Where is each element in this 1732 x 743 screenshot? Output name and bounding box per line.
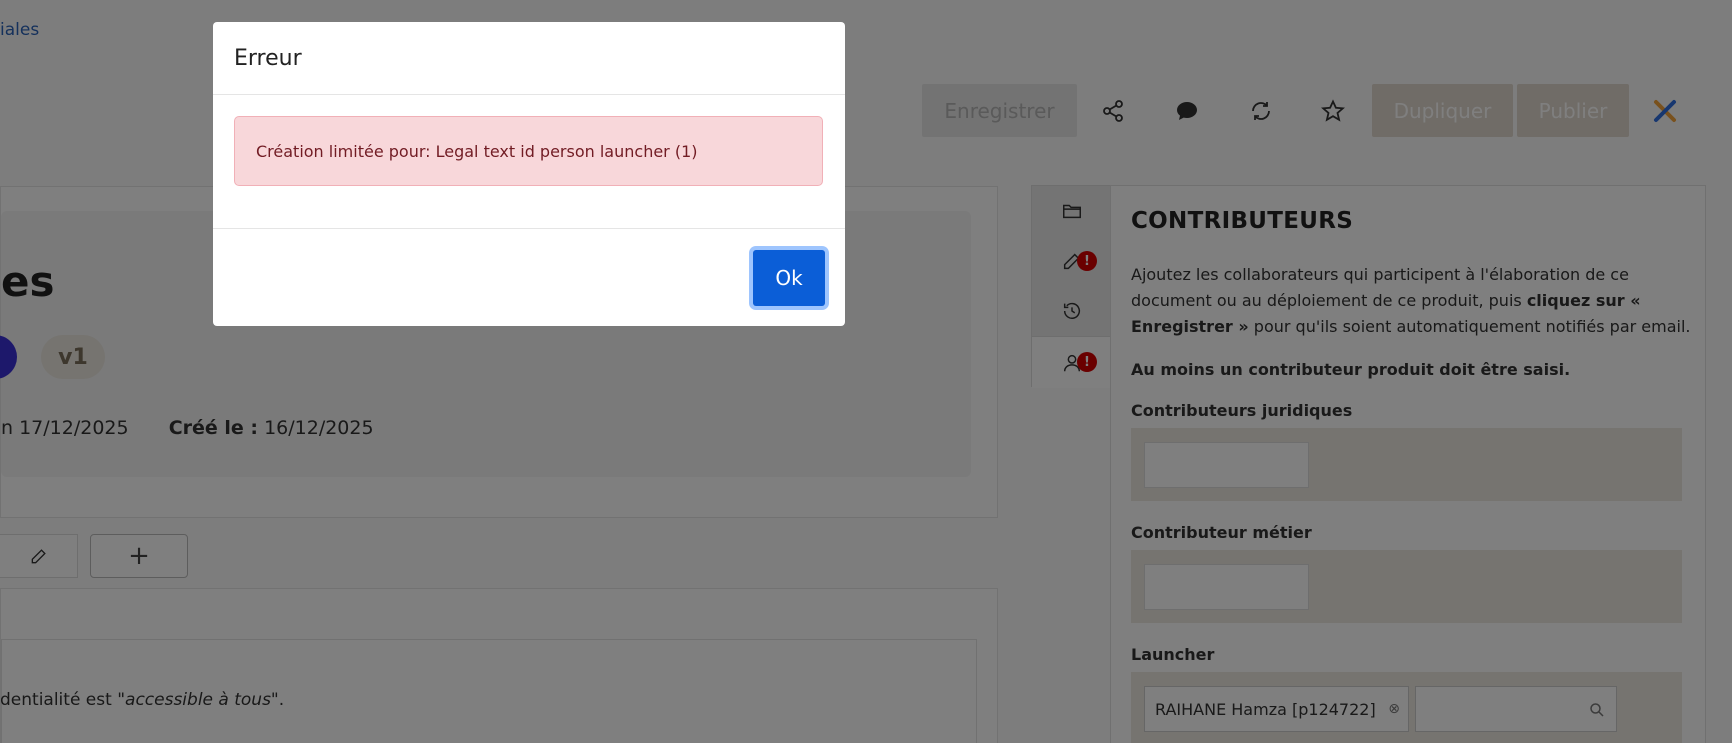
ok-button[interactable]: Ok: [753, 250, 825, 306]
error-alert: Création limitée pour: Legal text id per…: [234, 116, 823, 186]
modal-title: Erreur: [234, 45, 302, 71]
modal-body: Création limitée pour: Legal text id per…: [213, 95, 845, 229]
error-modal: Erreur Création limitée pour: Legal text…: [213, 22, 845, 326]
modal-header: Erreur: [213, 22, 845, 95]
modal-footer: Ok: [213, 229, 845, 325]
